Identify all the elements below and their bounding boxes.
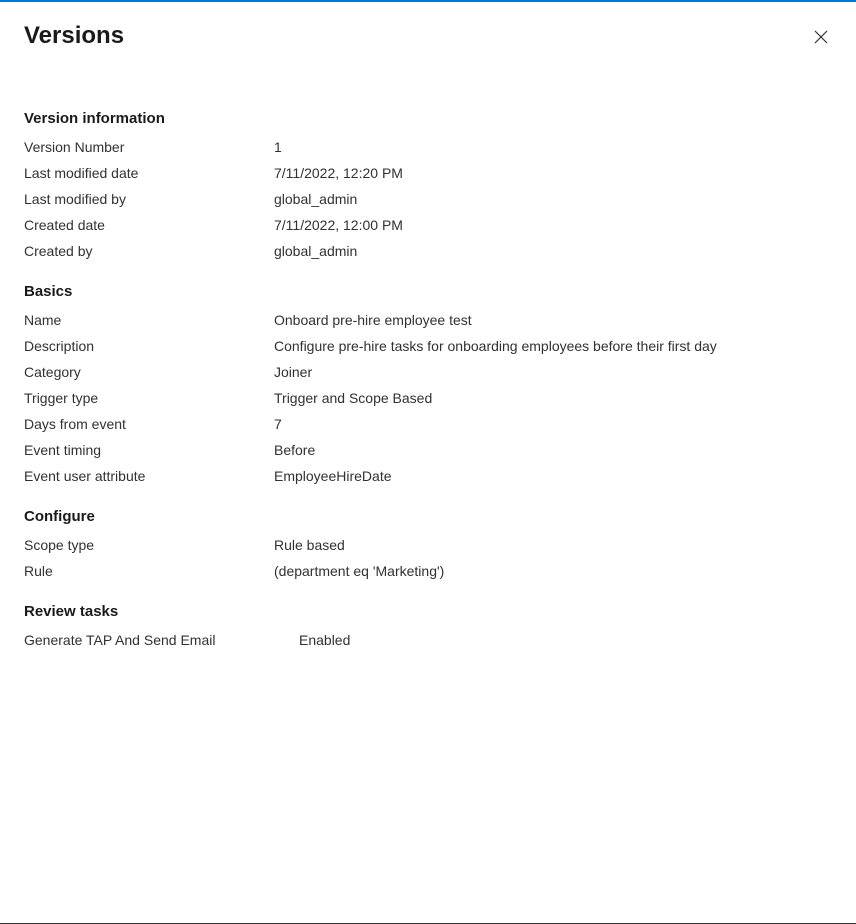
panel-title: Versions — [24, 22, 124, 50]
label-last-modified-date: Last modified date — [24, 165, 274, 181]
label-last-modified-by: Last modified by — [24, 191, 274, 207]
value-version-number: 1 — [274, 139, 282, 155]
section-title-configure: Configure — [24, 508, 832, 525]
row-trigger-type: Trigger type Trigger and Scope Based — [24, 390, 832, 406]
label-created-by: Created by — [24, 243, 274, 259]
row-event-timing: Event timing Before — [24, 442, 832, 458]
value-category: Joiner — [274, 364, 312, 380]
row-days-from-event: Days from event 7 — [24, 416, 832, 432]
row-name: Name Onboard pre-hire employee test — [24, 312, 832, 328]
row-rule: Rule (department eq 'Marketing') — [24, 563, 832, 579]
row-created-date: Created date 7/11/2022, 12:00 PM — [24, 217, 832, 233]
value-event-timing: Before — [274, 442, 315, 458]
row-scope-type: Scope type Rule based — [24, 537, 832, 553]
basics-section: Basics Name Onboard pre-hire employee te… — [24, 283, 832, 484]
value-created-by: global_admin — [274, 243, 357, 259]
version-information-section: Version information Version Number 1 Las… — [24, 110, 832, 259]
row-created-by: Created by global_admin — [24, 243, 832, 259]
row-task-1: Generate TAP And Send Email Enabled — [24, 632, 832, 648]
value-days-from-event: 7 — [274, 416, 282, 432]
label-scope-type: Scope type — [24, 537, 274, 553]
label-description: Description — [24, 338, 274, 354]
review-tasks-section: Review tasks Generate TAP And Send Email… — [24, 603, 832, 648]
close-icon — [814, 30, 828, 44]
label-trigger-type: Trigger type — [24, 390, 274, 406]
value-last-modified-date: 7/11/2022, 12:20 PM — [274, 165, 403, 181]
label-rule: Rule — [24, 563, 274, 579]
label-version-number: Version Number — [24, 139, 274, 155]
value-last-modified-by: global_admin — [274, 191, 357, 207]
row-category: Category Joiner — [24, 364, 832, 380]
value-description: Configure pre-hire tasks for onboarding … — [274, 338, 717, 354]
label-category: Category — [24, 364, 274, 380]
value-event-user-attribute: EmployeeHireDate — [274, 468, 392, 484]
label-name: Name — [24, 312, 274, 328]
label-days-from-event: Days from event — [24, 416, 274, 432]
section-title-basics: Basics — [24, 283, 832, 300]
label-event-timing: Event timing — [24, 442, 274, 458]
panel-header: Versions — [24, 22, 832, 50]
row-description: Description Configure pre-hire tasks for… — [24, 338, 832, 354]
section-title-version-info: Version information — [24, 110, 832, 127]
value-trigger-type: Trigger and Scope Based — [274, 390, 432, 406]
section-title-review-tasks: Review tasks — [24, 603, 832, 620]
value-rule: (department eq 'Marketing') — [274, 563, 444, 579]
row-last-modified-date: Last modified date 7/11/2022, 12:20 PM — [24, 165, 832, 181]
close-button[interactable] — [810, 26, 832, 48]
value-created-date: 7/11/2022, 12:00 PM — [274, 217, 403, 233]
value-name: Onboard pre-hire employee test — [274, 312, 472, 328]
label-task-1: Generate TAP And Send Email — [24, 632, 299, 648]
row-version-number: Version Number 1 — [24, 139, 832, 155]
configure-section: Configure Scope type Rule based Rule (de… — [24, 508, 832, 579]
label-created-date: Created date — [24, 217, 274, 233]
value-scope-type: Rule based — [274, 537, 345, 553]
label-event-user-attribute: Event user attribute — [24, 468, 274, 484]
versions-panel: Versions Version information Version Num… — [0, 2, 856, 692]
row-last-modified-by: Last modified by global_admin — [24, 191, 832, 207]
value-task-1: Enabled — [299, 632, 350, 648]
row-event-user-attribute: Event user attribute EmployeeHireDate — [24, 468, 832, 484]
